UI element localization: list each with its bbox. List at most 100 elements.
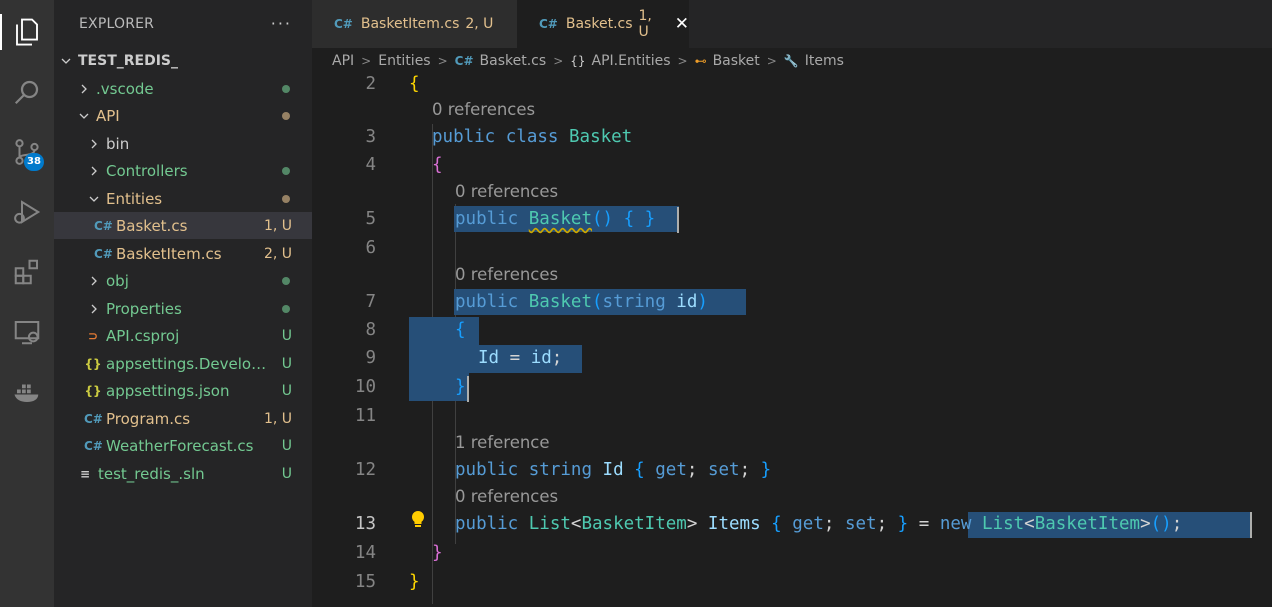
code-line: { (455, 320, 466, 340)
tree-item-appsettings-json[interactable]: {} appsettings.json U (54, 377, 312, 404)
status-dot (282, 276, 290, 285)
chevron-right-icon (88, 276, 100, 286)
tree-item-solution[interactable]: ≡ test_redis_.sln U (54, 460, 312, 487)
code-line: public Basket() { } (455, 209, 656, 229)
tree-item-obj[interactable]: obj (54, 267, 312, 294)
explorer-title: EXPLORER (79, 16, 155, 32)
line-number: 9 (365, 348, 376, 368)
line-number: 10 (354, 377, 376, 397)
docker-icon[interactable] (0, 368, 54, 416)
extensions-icon[interactable] (0, 248, 54, 296)
code-line: public Basket(string id) (455, 292, 708, 312)
code-line: public string Id { get; set; } (455, 460, 772, 480)
more-actions-icon[interactable]: ··· (271, 14, 292, 33)
close-icon[interactable]: ✕ (675, 14, 689, 34)
tree-item-label: WeatherForecast.cs (106, 436, 254, 455)
line-number: 6 (365, 238, 376, 258)
breadcrumb-namespace[interactable]: API.Entities (592, 53, 671, 69)
search-icon[interactable] (0, 68, 54, 116)
tab-label: BasketItem.cs (360, 16, 460, 32)
codelens-references[interactable]: 0 references (455, 265, 558, 284)
codelens-references[interactable]: 0 references (432, 100, 535, 119)
file-status: 1, U (263, 410, 292, 427)
csharp-file-icon: C# (94, 218, 113, 233)
class-icon: ⊷ (694, 54, 707, 68)
workspace-root[interactable]: TEST_REDIS_ (54, 47, 312, 74)
line-number: 14 (354, 543, 376, 563)
tree-item-label: appsettings.Develop... (106, 354, 271, 373)
breadcrumb-api[interactable]: API (332, 53, 354, 69)
text-cursor (677, 207, 679, 233)
file-status: U (281, 437, 292, 454)
codelens-references[interactable]: 0 references (455, 487, 558, 506)
tree-item-basket-cs[interactable]: C# Basket.cs 1, U (54, 212, 312, 239)
tab-basketitem-cs[interactable]: C# BasketItem.cs 2, U (312, 0, 517, 48)
status-dot (282, 111, 290, 120)
file-status: U (281, 382, 292, 399)
chevron-right-icon (78, 84, 90, 94)
remote-explorer-icon[interactable] (0, 308, 54, 356)
tree-item-weatherforecast-cs[interactable]: C# WeatherForecast.cs U (54, 432, 312, 459)
chevron-right-icon (88, 139, 100, 149)
text-cursor (467, 376, 469, 402)
line-number: 2 (365, 74, 376, 94)
tab-basket-cs[interactable]: C# Basket.cs 1, U ✕ (517, 0, 689, 48)
tree-item-label: Program.cs (106, 409, 191, 428)
chevron-down-icon (88, 194, 100, 204)
breadcrumb-file[interactable]: Basket.cs (480, 53, 547, 69)
csharp-file-icon: C# (334, 17, 353, 31)
breadcrumb-class[interactable]: Basket (713, 53, 760, 69)
tree-item-api[interactable]: API (54, 102, 312, 129)
json-icon: {} (84, 383, 102, 398)
source-control-icon[interactable]: 38 (0, 128, 54, 176)
json-icon: {} (84, 356, 102, 371)
csharp-file-icon: C# (454, 54, 474, 68)
chevron-right-icon (88, 166, 100, 176)
tree-item-label: test_redis_.sln (98, 464, 205, 483)
tree-item-controllers[interactable]: Controllers (54, 157, 312, 184)
tree-item-label: bin (106, 134, 130, 153)
workspace-root-label: TEST_REDIS_ (78, 52, 179, 69)
explorer-icon[interactable] (0, 8, 54, 56)
status-dot (282, 194, 290, 203)
chevron-right-icon: > (361, 54, 372, 68)
breadcrumb-entities[interactable]: Entities (378, 53, 430, 69)
wrench-icon: 🔧 (783, 54, 799, 68)
code-line: { (432, 155, 443, 175)
file-status: U (281, 327, 292, 344)
rss-icon: ⊃ (87, 328, 99, 343)
chevron-down-icon (60, 56, 72, 66)
tree-item-label: BasketItem.cs (116, 244, 222, 263)
breadcrumb: API > Entities > C# Basket.cs > {} API.E… (312, 48, 1272, 74)
file-status: 2, U (263, 245, 292, 262)
tree-item-vscode[interactable]: .vscode (54, 75, 312, 102)
tree-item-api-csproj[interactable]: ⊃ API.csproj U (54, 322, 312, 349)
tab-label: Basket.cs (565, 16, 633, 32)
file-status: U (281, 355, 292, 372)
tree-item-program-cs[interactable]: C# Program.cs 1, U (54, 405, 312, 432)
code-editor[interactable]: 2 3 4 5 6 7 8 9 10 11 12 13 14 15 0 refe… (312, 74, 1272, 607)
codelens-references[interactable]: 1 reference (455, 433, 550, 452)
tree-item-bin[interactable]: bin (54, 130, 312, 157)
breadcrumb-property[interactable]: Items (805, 53, 844, 69)
debug-icon[interactable] (0, 188, 54, 236)
status-dot (282, 304, 290, 313)
chevron-right-icon: > (437, 54, 448, 68)
tree-item-label: obj (106, 271, 129, 290)
tree-item-entities[interactable]: Entities (54, 185, 312, 212)
code-line: Id = id; (478, 348, 563, 368)
activity-bar: 38 (0, 0, 54, 607)
tree-item-basketitem-cs[interactable]: C# BasketItem.cs 2, U (54, 240, 312, 267)
editor-tabs: C# BasketItem.cs 2, U C# Basket.cs 1, U … (312, 0, 1272, 48)
chevron-down-icon (78, 111, 90, 121)
tree-item-appsettings-development[interactable]: {} appsettings.Develop... U (54, 350, 312, 377)
namespace-icon: {} (570, 54, 586, 68)
csharp-file-icon: C# (94, 246, 113, 261)
line-number: 3 (365, 127, 376, 147)
line-number: 4 (365, 155, 376, 175)
tree-item-label: API (96, 106, 120, 125)
code-line: } (455, 377, 466, 397)
codelens-references[interactable]: 0 references (455, 182, 558, 201)
lightbulb-icon[interactable] (410, 510, 426, 535)
tree-item-properties[interactable]: Properties (54, 295, 312, 322)
